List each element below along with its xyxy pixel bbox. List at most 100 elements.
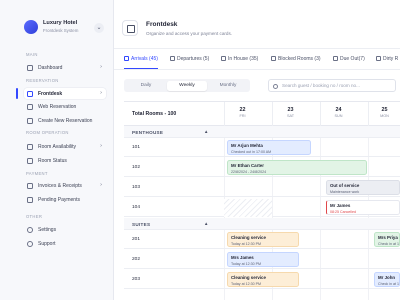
block-title: Out of service <box>330 183 360 188</box>
booking-detail: Check in at 12 <box>378 241 400 246</box>
tab-in-house[interactable]: In House (35) <box>221 56 258 69</box>
sidebar-item-create-reservation[interactable]: Create New Reservation <box>24 115 106 126</box>
sidebar-item-label: Settings <box>38 226 57 233</box>
sidebar-item-frontdesk[interactable]: Frontdesk › <box>24 88 106 99</box>
guest-name: Mr James <box>330 203 351 208</box>
view-monthly-button[interactable]: Monthly <box>208 81 248 91</box>
chevron-right-icon: › <box>100 89 102 96</box>
calendar-icon <box>27 144 33 150</box>
sidebar-item-label: Support <box>38 240 56 247</box>
chevron-up-icon[interactable]: ▲ <box>204 221 208 226</box>
sidebar-item-room-availability[interactable]: Room Availability › <box>24 141 106 152</box>
day-of-week: MON <box>380 114 389 118</box>
tab-due-out[interactable]: Due Out(7) <box>333 56 365 69</box>
sidebar-item-label: Dashboard <box>38 64 63 71</box>
view-daily-button[interactable]: Daily <box>126 81 166 91</box>
booking-card[interactable]: Mrs James Today at 12:30 PM <box>227 252 299 267</box>
day-of-week: SAT <box>286 114 295 118</box>
room-number: 102 <box>132 164 141 170</box>
room-number: 103 <box>132 184 141 190</box>
gear-icon <box>27 227 33 233</box>
globe-icon <box>27 104 33 110</box>
booking-detail: Checked out in 17:00 AM <box>231 149 272 154</box>
sidebar-item-label: Create New Reservation <box>38 117 93 124</box>
arrival-icon <box>124 56 129 61</box>
tab-label: In House (35) <box>228 56 259 62</box>
day-column-header: 25 MON <box>368 102 400 126</box>
tab-arrivals[interactable]: Arrivals (45) <box>124 56 158 69</box>
sidebar-item-dashboard[interactable]: Dashboard › <box>24 62 106 73</box>
plus-square-icon <box>27 118 33 124</box>
sidebar-item-support[interactable]: Support <box>24 238 106 249</box>
booking-status: 08:25 Cancelled <box>330 209 356 214</box>
tab-departures[interactable]: Departures (5) <box>170 56 209 69</box>
day-of-week: FRI <box>239 114 246 118</box>
room-group-suites[interactable]: SUITES ▲ <box>124 218 400 230</box>
day-column-header: 23 SAT <box>272 102 308 126</box>
blocked-cell <box>224 199 272 217</box>
page-title: Frontdesk <box>146 21 178 28</box>
calendar-header: Total Rooms - 100 22 FRI 23 SAT 24 SUN 25 MO… <box>124 102 400 126</box>
sidebar-item-label: Room Availability <box>38 143 76 150</box>
sidebar: Luxury Hotel Frontdesk System ⌄ MAIN Das… <box>0 0 114 300</box>
service-title: Cleaning service <box>231 275 266 280</box>
guest-name: Mr Arjun Mehta <box>231 143 263 148</box>
room-number: 201 <box>132 236 141 242</box>
room-group-penthouse[interactable]: PENTHOUSE ▲ <box>124 126 400 138</box>
service-card[interactable]: Cleaning service Today at 12:30 PM <box>227 272 299 287</box>
view-weekly-button[interactable]: Weekly <box>167 80 207 91</box>
booking-card[interactable]: Mrs Priya Check in at 12 <box>374 232 400 247</box>
help-icon <box>27 241 33 247</box>
guest-name: Mr Ethan Carter <box>231 163 264 168</box>
guest-name: Mr John <box>378 275 396 280</box>
service-card[interactable]: Cleaning service Today at 12:30 PM <box>227 232 299 247</box>
departure-icon <box>170 56 175 61</box>
section-label-other: OTHER <box>26 214 43 219</box>
chevron-down-icon[interactable]: ⌄ <box>94 23 104 33</box>
sidebar-item-room-status[interactable]: Room Status <box>24 155 106 166</box>
search-input[interactable]: Search guest / booking no / room no... <box>268 79 396 92</box>
hotel-logo <box>24 20 38 34</box>
sidebar-item-settings[interactable]: Settings <box>24 224 106 235</box>
hotel-switcher[interactable]: Luxury Hotel Frontdesk System ⌄ <box>24 20 108 42</box>
tab-dirty-rooms[interactable]: Dirty R <box>376 56 398 69</box>
main-content: Frontdesk Organize and access your payme… <box>114 0 400 300</box>
tab-label: Dirty R <box>383 56 399 62</box>
view-toggle: Daily Weekly Monthly <box>124 79 250 92</box>
clock-icon <box>333 56 338 61</box>
sidebar-item-web-reservation[interactable]: Web Reservation <box>24 101 106 112</box>
page-subtitle: Organize and access your payment cards. <box>146 31 233 36</box>
guest-name: Mrs James <box>231 255 254 260</box>
booking-detail: 22/8/2024 - 24/8/2024 <box>231 169 267 174</box>
sidebar-item-invoices[interactable]: Invoices & Receipts › <box>24 180 106 191</box>
service-title: Cleaning service <box>231 235 266 240</box>
service-time: Today at 12:30 PM <box>231 281 261 286</box>
service-time: Today at 12:30 PM <box>231 241 261 246</box>
maintenance-card[interactable]: Out of service Maintenance work <box>326 180 400 195</box>
hotel-subtitle: Frontdesk System <box>43 28 79 33</box>
section-label-reservation: RESERVATION <box>26 78 59 83</box>
block-icon <box>271 56 276 61</box>
sidebar-item-label: Frontdesk <box>38 90 63 97</box>
section-label-main: MAIN <box>26 52 38 57</box>
booking-card[interactable]: Mr Arjun Mehta Checked out in 17:00 AM <box>227 140 311 155</box>
booking-card[interactable]: Mr John Check in at 13 <box>374 272 400 287</box>
sidebar-item-label: Invoices & Receipts <box>38 182 82 189</box>
room-number: 202 <box>132 256 141 262</box>
frontdesk-icon <box>27 91 33 97</box>
divider <box>114 48 400 49</box>
active-indicator <box>16 88 18 99</box>
day-number: 25 <box>381 107 388 113</box>
guest-name: Mrs Priya <box>378 235 398 240</box>
booking-card[interactable]: Mr Ethan Carter 22/8/2024 - 24/8/2024 <box>227 160 367 175</box>
tab-label: Due Out(7) <box>340 56 365 62</box>
tab-label: Blocked Rooms (3) <box>278 56 321 62</box>
search-placeholder: Search guest / booking no / room no... <box>282 83 360 89</box>
day-number: 23 <box>287 107 294 113</box>
tab-blocked-rooms[interactable]: Blocked Rooms (3) <box>271 56 321 69</box>
day-number: 22 <box>239 107 246 113</box>
chevron-up-icon[interactable]: ▲ <box>204 129 208 134</box>
chevron-right-icon: › <box>100 181 102 188</box>
cancelled-booking-card[interactable]: Mr James 08:25 Cancelled <box>326 200 400 215</box>
sidebar-item-pending-payments[interactable]: Pending Payments <box>24 194 106 205</box>
